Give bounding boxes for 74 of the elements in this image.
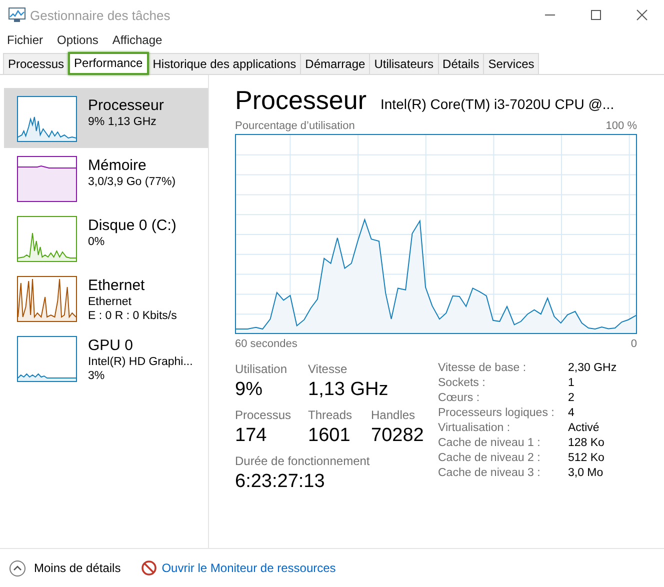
spec-label: Processeurs logiques : [438, 407, 556, 419]
graph-time-label: 60 secondes [235, 338, 298, 350]
tab[interactable]: Détails [438, 53, 484, 74]
sidebar-item[interactable]: Disque 0 (C:) 0% [4, 208, 208, 268]
sidebar-item-detail: 3% [88, 369, 106, 383]
stat-label: Threads [308, 408, 354, 422]
usage-thumbnail [17, 216, 77, 262]
sidebar-item-title: GPU 0 [88, 336, 134, 355]
menu-item[interactable]: Fichier [7, 33, 44, 47]
graph-end-label: 0 [630, 338, 637, 350]
sidebar-item-title: Mémoire [88, 156, 148, 175]
no-entry-icon [140, 560, 157, 576]
spec-label: Cœurs : [438, 392, 481, 404]
spec-value: 4 [568, 407, 576, 419]
spec-label: Virtualisation : [438, 422, 512, 434]
sidebar-item-detail: Ethernet [88, 295, 132, 309]
app-icon [8, 7, 26, 23]
maximize-icon[interactable] [590, 9, 602, 21]
spec-value: 1 [568, 377, 576, 389]
stat-label: Handles [371, 408, 416, 422]
sidebar-item-title: Disque 0 (C:) [88, 216, 176, 235]
sidebar-item[interactable]: Mémoire 3,0/3,9 Go (77%) [4, 148, 208, 208]
spec-value: 2 [568, 392, 576, 404]
less-details-button[interactable]: Moins de détails [34, 561, 121, 575]
spec-value: 2,30 GHz [568, 362, 617, 374]
sidebar-item-title: Processeur [88, 96, 164, 115]
sidebar-item-detail: Intel(R) HD Graphi... [88, 355, 193, 369]
spec-label: Cache de niveau 3 : [438, 467, 542, 479]
panel-title: Processeur [235, 85, 366, 116]
spec-value: 3,0 Mo [568, 467, 604, 479]
usage-thumbnail [17, 156, 77, 202]
spec-value: 128 Ko [568, 437, 606, 449]
graph-label: Pourcentage d’utilisation [235, 120, 355, 132]
stat-label: Processus [235, 408, 292, 422]
sidebar-item[interactable]: Ethernet Ethernet E : 0 R : 0 Kbits/s [4, 268, 208, 328]
stat-value: 1,13 GHz [308, 378, 390, 402]
sidebar-item-title: Ethernet [88, 276, 146, 295]
sidebar-item[interactable]: GPU 0 Intel(R) HD Graphi... 3% [4, 328, 208, 388]
tab[interactable]: Historique des applications [148, 53, 302, 74]
stat-value: 9% [235, 378, 264, 402]
cpu-model: Intel(R) Core(TM) i3-7020U CPU @... [380, 96, 614, 112]
stat-value: 70282 [371, 424, 425, 448]
close-icon[interactable] [636, 9, 648, 21]
resource-monitor-link[interactable]: Ouvrir le Moniteur de ressources [162, 561, 336, 575]
spec-label: Cache de niveau 1 : [438, 437, 542, 449]
tab[interactable]: Processus [3, 53, 70, 74]
collapse-icon[interactable] [9, 560, 26, 576]
spec-value: 512 Ko [568, 452, 606, 464]
spec-label: Cache de niveau 2 : [438, 452, 542, 464]
spec-value: Activé [568, 422, 600, 434]
graph-max-label: 100 % [606, 120, 637, 132]
stat-value: 1601 [308, 424, 352, 448]
tab[interactable]: Services [483, 53, 540, 74]
sidebar-item-detail: 9% 1,13 GHz [88, 115, 158, 129]
stat-label: Utilisation [235, 362, 288, 376]
sidebar-item[interactable]: Processeur 9% 1,13 GHz [4, 88, 208, 148]
stat-value: 6:23:27:13 [235, 470, 326, 494]
spec-label: Sockets : [438, 377, 486, 389]
menu-item[interactable]: Options [57, 33, 98, 47]
sidebar-item-detail: E : 0 R : 0 Kbits/s [88, 309, 177, 323]
tab[interactable]: Utilisateurs [369, 53, 439, 74]
usage-thumbnail [17, 276, 77, 322]
menu-item[interactable]: Affichage [112, 33, 162, 47]
usage-thumbnail [17, 96, 77, 142]
tab[interactable]: Performance [68, 52, 149, 75]
sidebar-item-detail: 3,0/3,9 Go (77%) [88, 175, 176, 189]
window-title: Gestionnaire des tâches [30, 8, 170, 22]
stat-label: Durée de fonctionnement [235, 454, 371, 468]
stat-label: Vitesse [308, 362, 348, 376]
stat-value: 174 [235, 424, 268, 448]
sidebar-item-detail: 0% [88, 235, 106, 249]
usage-thumbnail [17, 336, 77, 382]
tab[interactable]: Démarrage [300, 53, 370, 74]
spec-label: Vitesse de base : [438, 362, 528, 374]
